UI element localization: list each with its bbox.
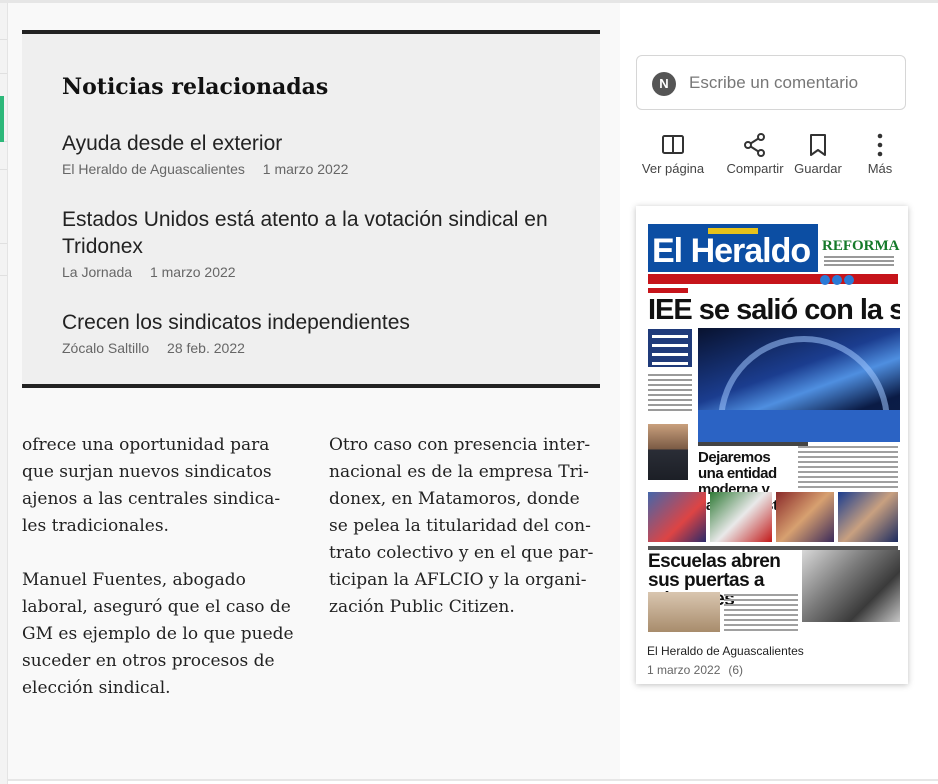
related-item-date: 1 marzo 2022: [262, 161, 349, 177]
issue-card[interactable]: El Heraldo REFORMA IEE se salió con la s…: [636, 206, 908, 684]
related-news-box: Noticias relacionadas Ayuda desde el ext…: [22, 30, 600, 388]
article-paragraph: Manuel Fuentes, abogado laboral, aseguró…: [22, 570, 294, 698]
avatar: N: [652, 72, 676, 96]
related-item-title[interactable]: Crecen los sindicatos independientes: [62, 309, 582, 336]
issue-count: (6): [728, 663, 744, 677]
more-vertical-icon: [877, 133, 883, 157]
article-paragraph: ofrece una oportunidad para que surjan n…: [22, 435, 281, 536]
page: Noticias relacionadas Ayuda desde el ext…: [0, 0, 938, 784]
related-item[interactable]: Ayuda desde el exterior El Heraldo de Ag…: [62, 130, 582, 177]
share-button[interactable]: Compartir: [720, 132, 790, 176]
related-item-date: 28 feb. 2022: [167, 340, 245, 356]
related-item-meta: Zócalo Saltillo 28 feb. 2022: [62, 340, 582, 356]
partner-logo: REFORMA: [822, 238, 900, 254]
bottom-border: [8, 779, 938, 781]
issue-caption: El Heraldo de Aguascalientes 1 marzo 202…: [647, 644, 897, 677]
related-item-meta: El Heraldo de Aguascalientes 1 marzo 202…: [62, 161, 582, 177]
active-indicator: [0, 96, 4, 142]
share-icon: [744, 133, 765, 157]
article-column-1: ofrece una oportunidad para que surjan n…: [22, 432, 297, 729]
issue-date: 1 marzo 2022: [647, 663, 721, 677]
front-page-photo: [698, 328, 900, 442]
book-open-icon: [662, 135, 684, 154]
newspaper-thumbnail: El Heraldo REFORMA IEE se salió con la s…: [644, 214, 900, 638]
related-news-heading: Noticias relacionadas: [62, 74, 329, 100]
front-page-headline: IEE se salió con la suya: [648, 294, 900, 326]
related-item-source: Zócalo Saltillo: [62, 340, 150, 356]
save-button[interactable]: Guardar: [792, 132, 844, 176]
masthead-title: El Heraldo: [652, 232, 811, 270]
related-item-source: El Heraldo de Aguascalientes: [62, 161, 245, 177]
view-page-button[interactable]: Ver página: [640, 132, 706, 176]
front-page-photo-2: [802, 550, 900, 622]
masthead: El Heraldo: [648, 224, 818, 272]
more-label: Más: [867, 161, 893, 176]
related-item-title[interactable]: Ayuda desde el exterior: [62, 130, 582, 157]
comment-placeholder: Escribe un comentario: [689, 73, 859, 92]
related-item[interactable]: Estados Unidos está atento a la votación…: [62, 206, 582, 280]
save-label: Guardar: [794, 161, 842, 176]
share-label: Compartir: [726, 161, 784, 176]
view-page-label: Ver página: [641, 161, 705, 176]
related-item-title[interactable]: Estados Unidos está atento a la votación…: [62, 206, 582, 260]
related-item-date: 1 marzo 2022: [149, 264, 236, 280]
article-paragraph: Otro caso con presencia inter-nacional e…: [329, 435, 594, 617]
page-actions: Ver página Compartir Guardar Más: [636, 132, 908, 182]
related-item-meta: La Jornada 1 marzo 2022: [62, 264, 582, 280]
comment-input[interactable]: N Escribe un comentario: [636, 55, 906, 110]
related-item-source: La Jornada: [62, 264, 133, 280]
social-icons: [820, 272, 860, 285]
front-page-portrait: [648, 424, 688, 480]
more-button[interactable]: Más: [862, 132, 898, 176]
issue-source: El Heraldo de Aguascalientes: [647, 644, 804, 658]
photo-strip: [648, 492, 898, 542]
related-item[interactable]: Crecen los sindicatos independientes Zóc…: [62, 309, 582, 356]
bookmark-icon: [810, 134, 826, 156]
article-column-2: Otro caso con presencia inter-nacional e…: [329, 432, 597, 648]
issue-date-row: 1 marzo 2022 (6): [647, 663, 897, 677]
